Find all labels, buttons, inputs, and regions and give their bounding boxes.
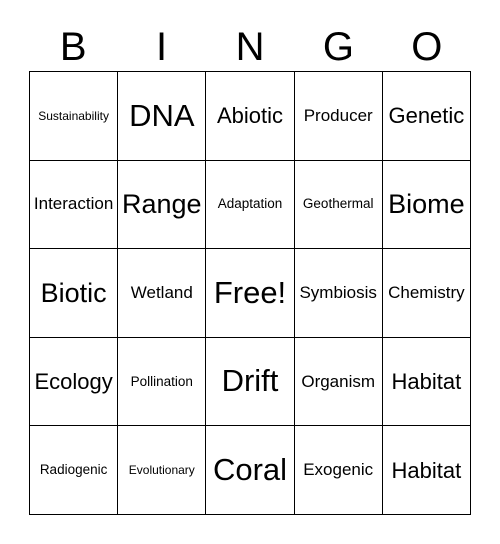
header-letter-i: I (156, 24, 168, 69)
header-letter-n: N (235, 24, 265, 69)
bingo-cell[interactable]: Exogenic (294, 426, 383, 515)
bingo-cell-label: Abiotic (216, 103, 284, 129)
bingo-cell[interactable]: DNA (118, 72, 207, 161)
bingo-cell-label: Free! (213, 274, 287, 310)
bingo-cell[interactable]: Adaptation (206, 160, 295, 250)
bingo-cell-label: Habitat (391, 369, 462, 395)
bingo-cell[interactable]: Ecology (30, 337, 119, 427)
bingo-cell-label: Biome (388, 189, 465, 220)
bingo-cell[interactable]: Range (118, 160, 207, 250)
bingo-cell-label: Wetland (130, 283, 193, 303)
bingo-card: B I N G O Sustainability DNA Abiotic Pro… (0, 0, 500, 544)
bingo-cell[interactable]: Abiotic (206, 72, 295, 161)
header-letter-g: G (322, 24, 354, 69)
bingo-cell[interactable]: Biotic (30, 249, 119, 338)
bingo-cell[interactable]: Coral (206, 426, 295, 515)
bingo-cell[interactable]: Geothermal (294, 160, 383, 250)
bingo-cell-label: Organism (301, 371, 376, 391)
bingo-cell-label: Adaptation (217, 196, 283, 212)
header-letter-o: O (411, 24, 443, 69)
bingo-header: B I N G O (29, 22, 471, 71)
bingo-cell-free[interactable]: Free! (206, 249, 295, 338)
bingo-cell-label: DNA (129, 97, 195, 133)
bingo-cell-label: Sustainability (38, 108, 109, 123)
bingo-cell[interactable]: Biome (382, 160, 471, 250)
bingo-cell-label: Ecology (34, 369, 113, 395)
bingo-cell[interactable]: Drift (206, 337, 295, 427)
bingo-cell-label: Genetic (388, 103, 465, 129)
bingo-cell[interactable]: Sustainability (30, 72, 119, 161)
bingo-cell-label: Interaction (33, 194, 114, 214)
bingo-cell[interactable]: Habitat (382, 337, 471, 427)
bingo-cell-label: Biotic (40, 277, 107, 308)
bingo-cell-label: Drift (221, 363, 279, 399)
bingo-grid: Sustainability DNA Abiotic Producer Gene… (29, 71, 471, 515)
bingo-cell[interactable]: Radiogenic (30, 426, 119, 515)
bingo-cell[interactable]: Genetic (382, 72, 471, 161)
bingo-cell-label: Producer (303, 105, 373, 125)
header-letter-b: B (59, 24, 87, 69)
bingo-cell-label: Chemistry (388, 283, 465, 303)
bingo-cell[interactable]: Organism (294, 337, 383, 427)
bingo-cell[interactable]: Symbiosis (294, 249, 383, 338)
bingo-cell-label: Exogenic (303, 460, 374, 480)
bingo-cell-label: Habitat (391, 457, 462, 483)
bingo-cell[interactable]: Wetland (118, 249, 207, 338)
bingo-cell[interactable]: Interaction (30, 160, 119, 250)
bingo-cell[interactable]: Habitat (382, 426, 471, 515)
bingo-cell-label: Pollination (130, 373, 193, 389)
bingo-cell-label: Radiogenic (39, 462, 108, 478)
bingo-cell-label: Coral (212, 451, 288, 487)
bingo-cell[interactable]: Evolutionary (118, 426, 207, 515)
bingo-cell-label: Range (122, 189, 202, 220)
bingo-cell-label: Symbiosis (299, 283, 377, 303)
bingo-cell[interactable]: Producer (294, 72, 383, 161)
bingo-cell-label: Evolutionary (128, 462, 195, 477)
bingo-cell[interactable]: Pollination (118, 337, 207, 427)
bingo-cell[interactable]: Chemistry (382, 249, 471, 338)
bingo-cell-label: Geothermal (302, 196, 374, 212)
